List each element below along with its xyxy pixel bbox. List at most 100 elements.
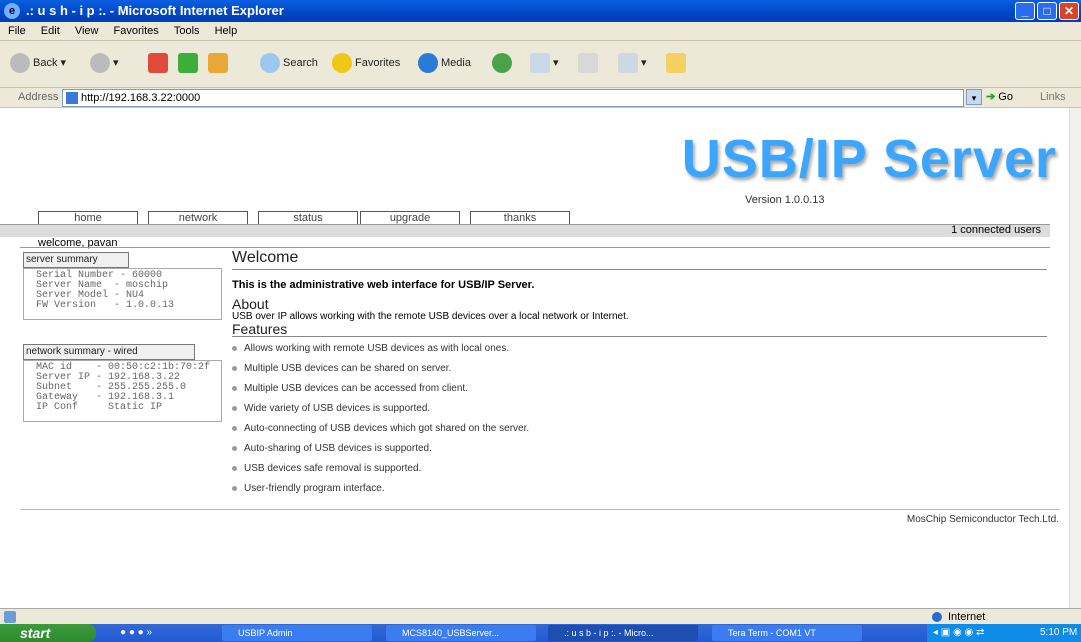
search-icon xyxy=(260,53,280,74)
tab-home[interactable]: home xyxy=(38,211,138,225)
bullet-icon xyxy=(232,385,237,391)
page-status-icon xyxy=(4,611,16,623)
zone-label: Internet xyxy=(948,611,986,623)
close-button[interactable]: ✕ xyxy=(1059,2,1079,20)
nav-tabs: home network status upgrade thanks xyxy=(0,211,1069,225)
about-text: USB over IP allows working with the remo… xyxy=(232,311,629,322)
features-heading: Features xyxy=(232,321,288,337)
menu-edit[interactable]: Edit xyxy=(41,25,60,37)
task-usbip-admin[interactable]: USBIP Admin xyxy=(222,625,372,641)
media-icon xyxy=(418,53,438,74)
printer-icon xyxy=(578,53,598,74)
divider xyxy=(20,247,1050,248)
menu-view[interactable]: View xyxy=(75,25,99,37)
edit-button[interactable]: ▾ xyxy=(618,52,647,74)
forward-arrow-icon xyxy=(90,53,110,74)
bullet-icon xyxy=(232,445,237,451)
globe-icon xyxy=(932,612,942,622)
address-input[interactable]: http://192.168.3.22:0000 xyxy=(62,89,964,107)
menu-bar: File Edit View Favorites Tools Help xyxy=(0,22,1081,41)
system-tray: ◂ ▣ ◉ ◉ ⇄ 5:10 PM xyxy=(927,624,1081,642)
quick-launch-icons[interactable]: ● ● ● » xyxy=(120,627,152,638)
footer-text: MosChip Semiconductor Tech.Ltd. xyxy=(906,514,1059,525)
title-rule xyxy=(232,269,1047,270)
mail-button[interactable]: ▾ xyxy=(530,52,559,74)
window-title: .: u s h - i p :. - Microsoft Internet E… xyxy=(26,3,284,18)
address-bar: Address http://192.168.3.22:0000 ▾ ➔ Go … xyxy=(0,88,1081,108)
feature-item: Auto-sharing of USB devices is supported… xyxy=(232,439,1047,459)
history-icon xyxy=(492,53,512,74)
task-tera-term[interactable]: Tera Term - COM1 VT xyxy=(712,625,862,641)
standard-toolbar: Back ▾ ▾ Search Favorites Media ▾ ▾ xyxy=(0,41,1081,88)
history-button[interactable] xyxy=(492,52,515,74)
tab-upgrade[interactable]: upgrade xyxy=(360,211,460,225)
tab-thanks[interactable]: thanks xyxy=(470,211,570,225)
feature-item: Wide variety of USB devices is supported… xyxy=(232,399,1047,419)
feature-item: User-friendly program interface. xyxy=(232,479,1047,499)
go-button[interactable]: ➔ Go xyxy=(986,88,1013,107)
refresh-icon xyxy=(178,53,198,74)
back-button[interactable]: Back ▾ xyxy=(10,52,66,74)
favorites-button[interactable]: Favorites xyxy=(332,52,400,74)
task-ie-active[interactable]: .: u s b - i p :. - Micro... xyxy=(548,625,698,641)
refresh-button[interactable] xyxy=(178,52,201,74)
forward-button[interactable]: ▾ xyxy=(90,52,119,74)
stop-icon xyxy=(148,53,168,74)
feature-item: USB devices safe removal is supported. xyxy=(232,459,1047,479)
ie-icon: e xyxy=(4,3,20,19)
bullet-icon xyxy=(232,405,237,411)
start-button[interactable]: start xyxy=(0,624,96,642)
taskbar: start ● ● ● » USBIP Admin MCS8140_USBSer… xyxy=(0,624,1081,642)
feature-item: Allows working with remote USB devices a… xyxy=(232,339,1047,359)
home-icon xyxy=(208,53,228,74)
star-icon xyxy=(332,53,352,74)
page-icon xyxy=(66,92,78,104)
stop-button[interactable] xyxy=(148,52,171,74)
address-label: Address xyxy=(18,91,59,103)
menu-tools[interactable]: Tools xyxy=(174,25,200,37)
network-summary-box: MAC id - 00:50:c2:1b:70:2f Server IP - 19… xyxy=(23,360,222,422)
go-arrow-icon: ➔ xyxy=(986,91,996,103)
minimize-button[interactable]: _ xyxy=(1015,2,1035,20)
media-button[interactable]: Media xyxy=(418,52,471,74)
nav-band xyxy=(0,224,1050,237)
vertical-scrollbar[interactable] xyxy=(1069,108,1081,608)
back-arrow-icon xyxy=(10,53,30,74)
messenger-button[interactable] xyxy=(666,52,689,74)
tab-status[interactable]: status xyxy=(258,211,358,225)
network-summary-header: network summary - wired xyxy=(23,344,195,360)
home-button[interactable] xyxy=(208,52,231,74)
print-button[interactable] xyxy=(578,52,601,74)
feature-item: Multiple USB devices can be shared on se… xyxy=(232,359,1047,379)
page-viewport: USB/IP Server Version 1.0.0.13 home netw… xyxy=(0,108,1069,608)
edit-icon xyxy=(618,53,638,74)
server-summary-box: Serial Number - 60000 Server Name - mosch… xyxy=(23,268,222,320)
usbip-logo: USB/IP Server xyxy=(681,129,1057,189)
status-bar: Internet xyxy=(0,608,1081,625)
network-summary-line: IP Conf Static IP xyxy=(36,402,163,413)
menu-file[interactable]: File xyxy=(8,25,26,37)
features-rule xyxy=(232,336,1047,337)
intro-text: This is the administrative web interface… xyxy=(232,279,535,291)
task-mcs8140[interactable]: MCS8140_USBServer... xyxy=(386,625,536,641)
address-dropdown-button[interactable]: ▾ xyxy=(966,89,982,105)
menu-favorites[interactable]: Favorites xyxy=(114,25,159,37)
banner: USB/IP Server Version 1.0.0.13 xyxy=(0,108,1069,208)
folder-icon xyxy=(666,53,686,74)
bullet-icon xyxy=(232,365,237,371)
bullet-icon xyxy=(232,345,237,351)
search-button[interactable]: Search xyxy=(260,52,318,74)
server-summary-header: server summary xyxy=(23,252,129,268)
connected-users: 1 connected users xyxy=(951,224,1041,236)
footer-rule xyxy=(20,509,1060,510)
links-button[interactable]: Links xyxy=(1040,88,1066,107)
tab-network[interactable]: network xyxy=(148,211,248,225)
feature-item: Auto-connecting of USB devices which got… xyxy=(232,419,1047,439)
about-heading: About xyxy=(232,296,269,312)
bullet-icon xyxy=(232,425,237,431)
browser-window: e .: u s h - i p :. - Microsoft Internet… xyxy=(0,0,1081,642)
page-title: Welcome xyxy=(232,249,299,266)
menu-help[interactable]: Help xyxy=(215,25,238,37)
tray-icons[interactable]: ◂ ▣ ◉ ◉ ⇄ xyxy=(933,624,984,642)
maximize-button[interactable]: □ xyxy=(1037,2,1057,20)
